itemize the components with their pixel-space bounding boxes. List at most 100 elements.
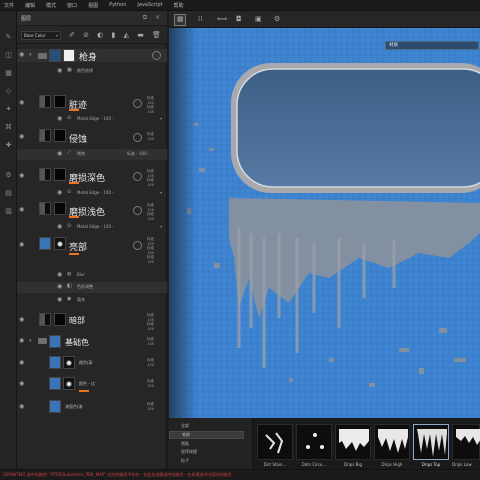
effect-name: 填充 bbox=[77, 297, 85, 302]
render-icon[interactable]: ▣ bbox=[255, 15, 262, 24]
layer-options-button[interactable] bbox=[152, 51, 161, 60]
layer-options-button[interactable] bbox=[133, 133, 142, 142]
texture-set-icon[interactable]: ▥ bbox=[4, 207, 13, 216]
3d-viewport[interactable]: 材质 bbox=[169, 28, 480, 418]
shelf-category-alphas[interactable]: 透贴 bbox=[181, 441, 189, 447]
layer-thumbnail bbox=[49, 377, 61, 390]
eye-icon[interactable]: ◉ bbox=[19, 337, 24, 344]
brush-tile-drips-big[interactable] bbox=[335, 424, 371, 460]
eye-icon[interactable]: ◉ bbox=[57, 150, 62, 157]
eye-icon[interactable]: ◉ bbox=[57, 67, 62, 74]
eye-icon[interactable]: ◉ bbox=[19, 172, 24, 179]
layer-options-button[interactable] bbox=[133, 206, 142, 215]
eye-icon[interactable]: ◉ bbox=[57, 296, 62, 303]
layer-mask bbox=[54, 168, 66, 181]
blend-mode-value: Base Color bbox=[24, 33, 46, 38]
layer-accent-bar bbox=[69, 253, 79, 255]
viewport-render bbox=[169, 28, 480, 418]
eye-icon[interactable]: ◉ bbox=[19, 380, 24, 387]
layer-options-button[interactable] bbox=[133, 99, 142, 108]
layer-name: 漆面色(漆 bbox=[65, 404, 83, 409]
shelf-icon[interactable]: ▤ bbox=[4, 189, 13, 198]
material-badge[interactable]: 材质 bbox=[385, 41, 479, 50]
dirt-stain-preview-icon bbox=[265, 432, 284, 454]
layer-options-button[interactable] bbox=[133, 172, 142, 181]
shelf-category-brushes[interactable]: 笔刷 bbox=[169, 431, 244, 439]
menu-file[interactable]: 文件 bbox=[4, 2, 14, 9]
layer-thumbnail bbox=[49, 400, 61, 413]
eye-icon[interactable]: ◉ bbox=[57, 115, 62, 122]
drips-top-preview-icon bbox=[417, 429, 447, 457]
drips-big-preview-icon bbox=[339, 429, 369, 451]
brush-tile-drips-high[interactable] bbox=[374, 424, 410, 460]
menu-edit[interactable]: 编辑 bbox=[25, 2, 35, 9]
eye-icon[interactable]: ◉ bbox=[57, 189, 62, 196]
menu-view[interactable]: 视图 bbox=[88, 2, 98, 9]
menu-javascript[interactable]: JavaScript bbox=[137, 2, 162, 8]
smudge-tool-icon[interactable]: ✦ bbox=[4, 105, 13, 114]
panel-window-controls[interactable]: ⧉ ✕ bbox=[143, 14, 163, 22]
layer-name: 颜色(高 bbox=[79, 360, 93, 365]
eraser-tool-icon[interactable]: ◫ bbox=[4, 51, 13, 60]
layer-thumbnail bbox=[39, 237, 51, 250]
filter-name: Metal Edge - 100 - bbox=[77, 190, 114, 195]
eye-icon[interactable]: ◉ bbox=[19, 206, 24, 213]
shelf-category-all[interactable]: 全部 bbox=[181, 423, 189, 429]
brush-stroke-icon: ⟋ bbox=[67, 150, 71, 156]
brush-tile-dirt-stain[interactable] bbox=[257, 424, 293, 460]
camera-icon[interactable]: ◘ bbox=[236, 15, 242, 24]
eye-icon[interactable]: ◉ bbox=[19, 99, 24, 106]
brush-tile-drips-low[interactable] bbox=[452, 424, 480, 460]
dotted-grid-icon[interactable]: ⁞⁞ bbox=[198, 15, 202, 24]
chevron-down-icon[interactable]: ▾ bbox=[160, 116, 162, 121]
generator-icon: ⊙ bbox=[67, 223, 72, 229]
chevron-down-icon[interactable]: ▾ bbox=[160, 190, 162, 195]
layer-meta: 标准 100 标准 100 bbox=[147, 169, 154, 187]
layer-thumbnail bbox=[39, 95, 51, 108]
shelf-category-procedurals[interactable]: 程序纹理 bbox=[181, 449, 197, 455]
layer-options-button[interactable] bbox=[133, 241, 142, 250]
layer-action-icons[interactable]: ✐ ⊘ ◐ ▮ ◭ ▬ 🗑 bbox=[69, 31, 164, 39]
layer-name: 基础色 bbox=[65, 338, 89, 347]
eye-icon[interactable]: ◉ bbox=[19, 403, 24, 410]
chevron-down-icon[interactable]: ▾ bbox=[160, 224, 162, 229]
picker-tool-icon[interactable]: ✚ bbox=[4, 141, 13, 150]
geometry-tool-icon[interactable]: ◇ bbox=[4, 87, 13, 96]
layers-panel-title: 图层 bbox=[21, 16, 32, 22]
eye-icon[interactable]: ◉ bbox=[57, 223, 62, 230]
symmetry-icon[interactable]: ⟺ bbox=[217, 15, 227, 24]
shelf-categories: 全部 笔刷 透贴 程序纹理 粒子 bbox=[169, 418, 253, 469]
menu-window[interactable]: 窗口 bbox=[67, 2, 77, 9]
layer-meta: 标准 100 bbox=[147, 402, 154, 411]
settings-icon[interactable]: ⚙ bbox=[274, 15, 280, 24]
settings-gear-icon[interactable]: ⚙ bbox=[4, 171, 13, 180]
generator-icon: ⊙ bbox=[67, 115, 72, 121]
brush-tile-drips-top[interactable] bbox=[413, 424, 449, 460]
eye-icon[interactable]: ◉ bbox=[19, 241, 24, 248]
sub-effect-name: 颜色选择 bbox=[77, 68, 93, 73]
clone-tool-icon[interactable]: ⌘ bbox=[4, 123, 13, 132]
layer-name: 侵蚀 bbox=[69, 135, 88, 145]
brush-tool-icon[interactable]: ✎ bbox=[4, 33, 13, 42]
layer-name: 亮部 bbox=[69, 243, 88, 253]
projection-tool-icon[interactable]: ▦ bbox=[4, 69, 13, 78]
brush-label: Drips Low bbox=[452, 462, 472, 467]
menu-python[interactable]: Python bbox=[109, 2, 126, 8]
layer-mask bbox=[63, 356, 75, 369]
eye-icon[interactable]: ◉ bbox=[19, 133, 24, 140]
shelf-category-particles[interactable]: 粒子 bbox=[181, 458, 189, 464]
layer-accent-bar bbox=[69, 182, 79, 184]
eye-icon[interactable]: ◉ bbox=[19, 51, 24, 58]
blend-mode-select[interactable]: Base Color ▾ bbox=[21, 31, 61, 40]
eye-icon[interactable]: ◉ bbox=[19, 316, 24, 323]
eye-icon[interactable]: ◉ bbox=[57, 271, 62, 278]
folder-expand-icon[interactable]: ▾ bbox=[29, 52, 32, 58]
effect-name: Blur bbox=[77, 272, 86, 277]
eye-icon[interactable]: ◉ bbox=[19, 359, 24, 366]
menu-help[interactable]: 帮助 bbox=[174, 2, 184, 9]
menu-mode[interactable]: 模式 bbox=[46, 2, 56, 9]
eye-icon[interactable]: ◉ bbox=[57, 283, 62, 290]
brush-tile-dots-circle[interactable] bbox=[296, 424, 332, 460]
folder-expand-icon[interactable]: ▾ bbox=[29, 338, 32, 344]
layer-thumbnail bbox=[39, 202, 51, 215]
